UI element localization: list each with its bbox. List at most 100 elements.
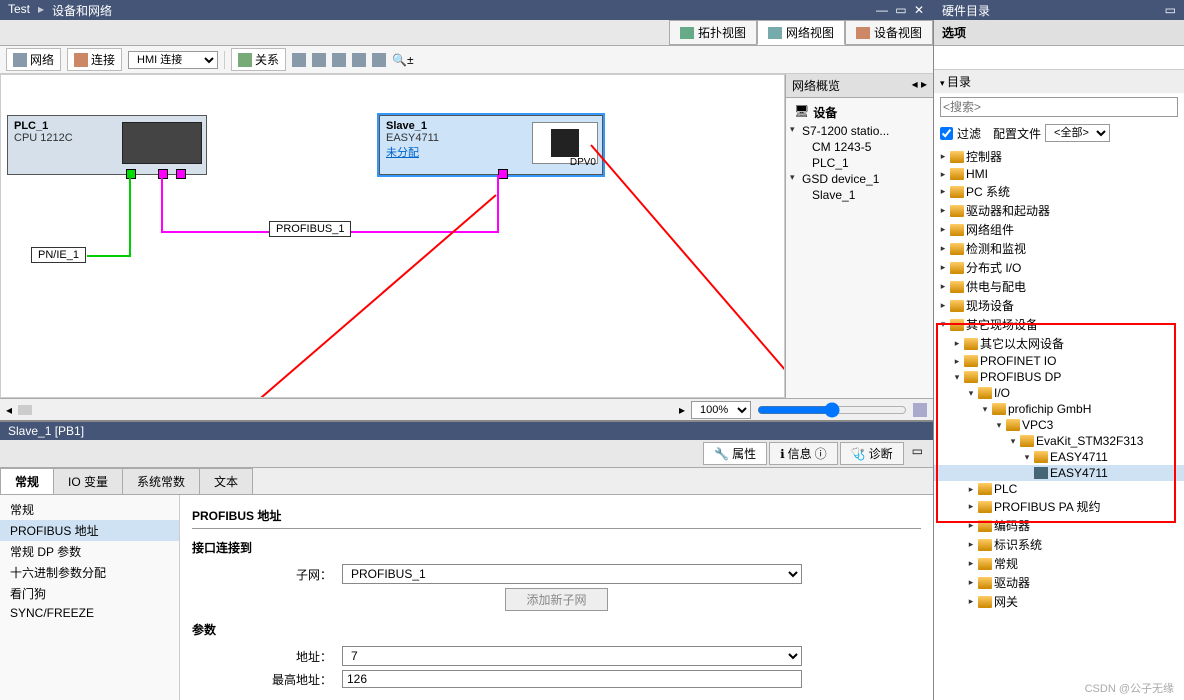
catalog-folder-item[interactable]: ▸网关 [934, 592, 1184, 611]
catalog-folder-item[interactable]: ▾EvaKit_STM32F313 [934, 433, 1184, 449]
expand-icon[interactable]: ▸ [938, 169, 948, 180]
catalog-search-input[interactable] [940, 97, 1178, 117]
expand-icon[interactable]: ▸ [966, 558, 976, 569]
device-plc[interactable]: PLC_1 CPU 1212C [7, 115, 207, 175]
catalog-folder-item[interactable]: ▸网络组件 [934, 220, 1184, 239]
nav-item[interactable]: 十六进制参数分配 [0, 562, 179, 583]
tool-icon[interactable] [352, 53, 366, 67]
tool-icon[interactable] [292, 53, 306, 67]
catalog-folder-item[interactable]: ▸供电与配电 [934, 277, 1184, 296]
port-dp[interactable] [158, 169, 168, 179]
overview-item[interactable]: GSD device_1 [788, 171, 931, 187]
catalog-folder-item[interactable]: ▸HMI [934, 166, 1184, 182]
port-dp[interactable] [176, 169, 186, 179]
expand-icon[interactable]: ▸ [952, 356, 962, 367]
scroll-left-icon[interactable]: ◂ [6, 403, 12, 417]
tab-topology[interactable]: 拓扑视图 [669, 20, 757, 45]
nav-arrows[interactable]: ◂ ▸ [912, 77, 927, 94]
subtab-iovars[interactable]: IO 变量 [53, 468, 123, 494]
port-dp[interactable] [498, 169, 508, 179]
catalog-folder-item[interactable]: ▸分布式 I/O [934, 258, 1184, 277]
overview-item[interactable]: CM 1243-5 [788, 139, 931, 155]
catalog-folder-item[interactable]: ▸PROFINET IO [934, 353, 1184, 369]
nav-item[interactable]: PROFIBUS 地址 [0, 520, 179, 541]
zoom-select[interactable]: 100% [691, 401, 751, 419]
tool-icon[interactable] [332, 53, 346, 67]
expand-icon[interactable]: ▸ [938, 224, 948, 235]
nav-item[interactable]: SYNC/FREEZE [0, 604, 179, 622]
tab-device[interactable]: 设备视图 [845, 20, 933, 45]
catalog-toggle[interactable]: 目录 [934, 70, 1184, 93]
scroll-right-icon[interactable]: ▸ [679, 403, 685, 417]
zoom-slider[interactable] [757, 402, 907, 418]
tab-network[interactable]: 网络视图 [757, 20, 845, 45]
catalog-folder-item[interactable]: ▸PLC [934, 481, 1184, 497]
bus-label-profibus[interactable]: PROFIBUS_1 [269, 221, 351, 237]
tab-info[interactable]: ℹ信息ⓘ [769, 442, 838, 465]
overview-item[interactable]: S7-1200 statio... [788, 123, 931, 139]
catalog-folder-item[interactable]: ▾I/O [934, 385, 1184, 401]
tab-diagnostics[interactable]: 🩺诊断 [840, 442, 904, 465]
expand-icon[interactable]: ▾ [994, 420, 1004, 431]
catalog-folder-item[interactable]: ▸驱动器 [934, 573, 1184, 592]
filter-checkbox[interactable] [940, 127, 953, 140]
catalog-device-item[interactable]: EASY4711 [934, 465, 1184, 481]
expand-icon[interactable]: ▾ [980, 404, 990, 415]
catalog-folder-item[interactable]: ▸检测和监视 [934, 239, 1184, 258]
catalog-folder-item[interactable]: ▸PC 系统 [934, 182, 1184, 201]
add-subnet-button[interactable]: 添加新子网 [505, 588, 607, 611]
tool-icon[interactable] [312, 53, 326, 67]
panel-collapse-icon[interactable]: ▭ [906, 442, 929, 465]
expand-icon[interactable]: ▸ [952, 338, 962, 349]
catalog-folder-item[interactable]: ▾其它现场设备 [934, 315, 1184, 334]
expand-icon[interactable]: ▾ [938, 319, 948, 330]
panel-controls[interactable]: ▭ [1165, 3, 1176, 17]
address-select[interactable]: 7 [342, 646, 802, 666]
expand-icon[interactable]: ▸ [938, 205, 948, 216]
overview-item[interactable]: PLC_1 [788, 155, 931, 171]
catalog-folder-item[interactable]: ▾VPC3 [934, 417, 1184, 433]
catalog-folder-item[interactable]: ▾EASY4711 [934, 449, 1184, 465]
expand-icon[interactable]: ▸ [966, 539, 976, 550]
overview-icon[interactable] [913, 403, 927, 417]
bus-label-pnie[interactable]: PN/IE_1 [31, 247, 86, 263]
subtab-general[interactable]: 常规 [0, 468, 54, 494]
nav-item[interactable]: 常规 [0, 499, 179, 520]
network-canvas[interactable]: PLC_1 CPU 1212C Slave_1 EASY4711 未分配 [0, 74, 785, 398]
tab-properties[interactable]: 🔧属性 [703, 442, 767, 465]
device-slave[interactable]: Slave_1 EASY4711 未分配 DPV0 [379, 115, 603, 175]
expand-icon[interactable]: ▾ [952, 372, 962, 383]
tool-icon[interactable]: 🔍± [392, 53, 414, 67]
network-button[interactable]: 网络 [6, 48, 61, 71]
expand-icon[interactable]: ▸ [938, 300, 948, 311]
relation-button[interactable]: 关系 [231, 48, 286, 71]
port-pn[interactable] [126, 169, 136, 179]
catalog-folder-item[interactable]: ▸标识系统 [934, 535, 1184, 554]
catalog-folder-item[interactable]: ▸其它以太网设备 [934, 334, 1184, 353]
connection-type-select[interactable]: HMI 连接 [128, 51, 218, 69]
expand-icon[interactable]: ▸ [966, 520, 976, 531]
profile-select[interactable]: <全部> [1045, 124, 1110, 142]
catalog-folder-item[interactable]: ▸编码器 [934, 516, 1184, 535]
overview-item[interactable]: Slave_1 [788, 187, 931, 203]
nav-item[interactable]: 看门狗 [0, 583, 179, 604]
expand-icon[interactable]: ▸ [938, 151, 948, 162]
catalog-folder-item[interactable]: ▾profichip GmbH [934, 401, 1184, 417]
panel-controls[interactable]: — ▭ ✕ [876, 3, 926, 17]
expand-icon[interactable]: ▸ [966, 484, 976, 495]
expand-icon[interactable]: ▸ [938, 243, 948, 254]
catalog-folder-item[interactable]: ▸控制器 [934, 147, 1184, 166]
subtab-sysconst[interactable]: 系统常数 [122, 468, 200, 494]
nav-item[interactable]: 常规 DP 参数 [0, 541, 179, 562]
expand-icon[interactable]: ▸ [966, 596, 976, 607]
expand-icon[interactable]: ▸ [938, 262, 948, 273]
scroll-thumb[interactable] [18, 405, 32, 415]
catalog-folder-item[interactable]: ▸驱动器和起动器 [934, 201, 1184, 220]
connect-button[interactable]: 连接 [67, 48, 122, 71]
subnet-select[interactable]: PROFIBUS_1 [342, 564, 802, 584]
zoom-fit-icon[interactable] [372, 53, 386, 67]
catalog-folder-item[interactable]: ▾PROFIBUS DP [934, 369, 1184, 385]
expand-icon[interactable]: ▾ [966, 388, 976, 399]
expand-icon[interactable]: ▾ [1008, 436, 1018, 447]
expand-icon[interactable]: ▾ [1022, 452, 1032, 463]
